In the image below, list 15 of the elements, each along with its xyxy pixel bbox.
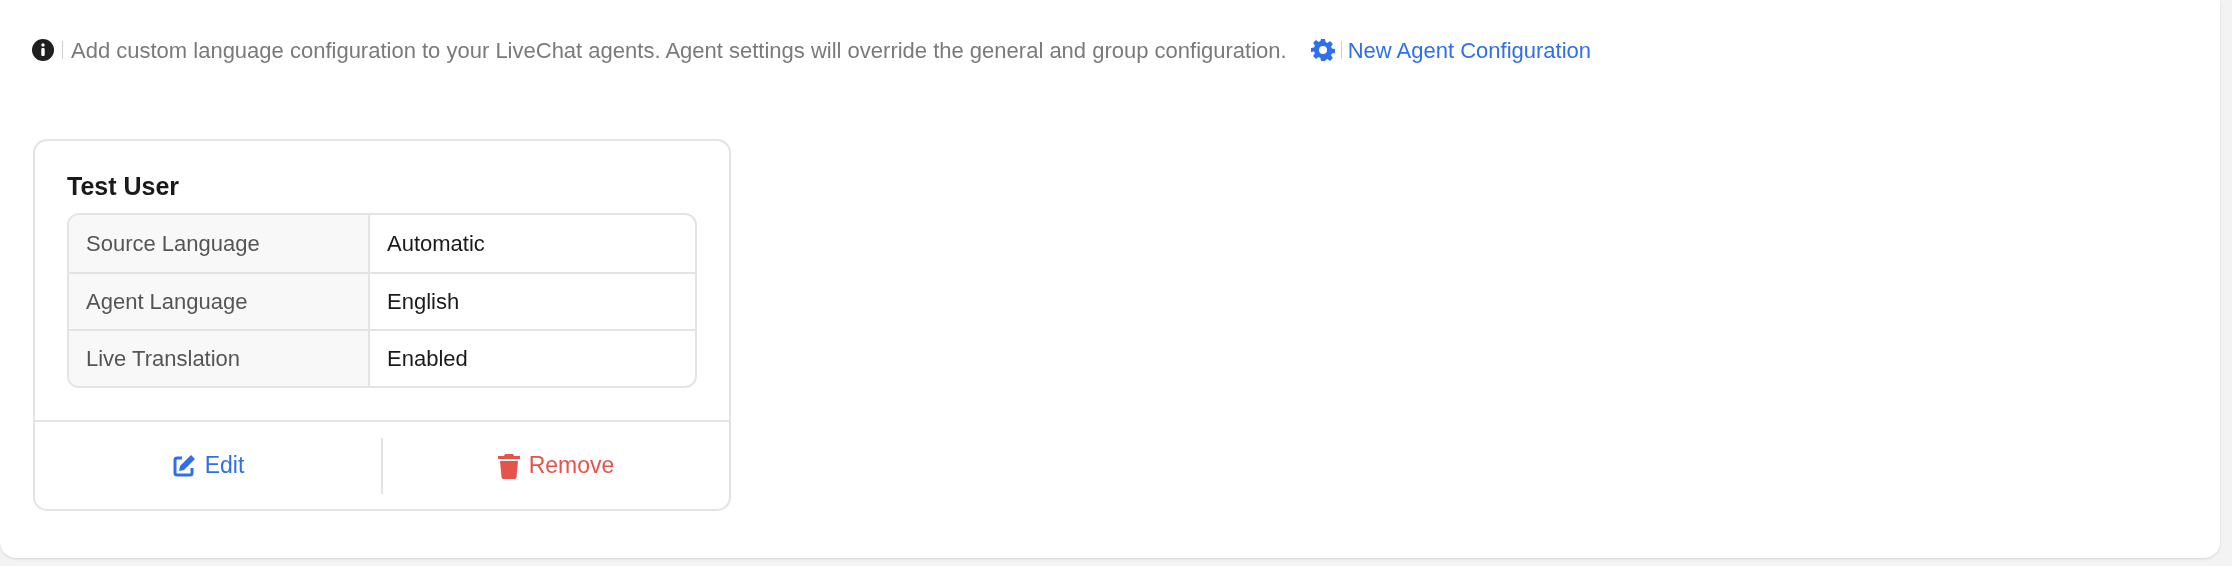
edit-icon (171, 453, 196, 478)
label-cell: Live Translation (69, 331, 370, 386)
notice-text: Add custom language configuration to your LiveChat agents. Agent settings will override the general and group configuration. (71, 36, 1287, 65)
info-icon (32, 39, 54, 61)
value-cell-text: Enabled (386, 345, 469, 373)
value-cell-text: Automatic (386, 230, 486, 258)
trash-icon (497, 452, 520, 479)
new-configuration-link[interactable]: New Agent Configuration (1347, 33, 1592, 67)
remove-button[interactable]: Remove (383, 437, 729, 494)
card-title: Test User (66, 171, 181, 202)
edit-button[interactable]: Edit (35, 437, 381, 494)
value-cell-text: English (386, 288, 461, 316)
label-cell: Agent Language (69, 274, 370, 329)
settings-icon (1310, 38, 1335, 62)
label-cell: Source Language (69, 215, 370, 272)
